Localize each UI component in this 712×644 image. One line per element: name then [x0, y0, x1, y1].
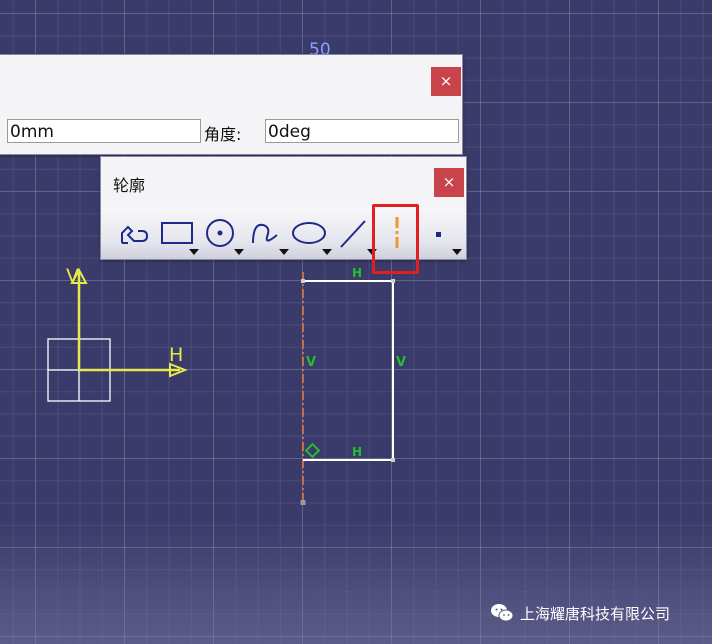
spline-tool-button[interactable]	[247, 215, 289, 255]
chevron-down-icon[interactable]	[189, 249, 199, 255]
chevron-down-icon[interactable]	[279, 249, 289, 255]
highlight-box	[372, 204, 419, 274]
profile-vertex[interactable]	[391, 279, 395, 283]
axis-endpoint[interactable]	[300, 500, 306, 505]
watermark-text: 上海耀唐科技有限公司	[520, 604, 671, 623]
length-input[interactable]: 0mm	[7, 119, 201, 143]
profile-tool-button[interactable]	[114, 215, 154, 251]
constraint-horizontal-top[interactable]: H	[352, 266, 362, 280]
ellipse-icon	[292, 222, 326, 244]
profile-icon	[121, 225, 149, 244]
close-button[interactable]: ×	[434, 168, 464, 197]
v-axis-label: V	[66, 265, 79, 287]
profile-vertex[interactable]	[301, 279, 305, 283]
circle-icon	[206, 219, 234, 247]
constraint-vertical-left[interactable]: V	[306, 355, 316, 370]
angle-label: 角度:	[204, 125, 242, 144]
sketch-tools-dialog[interactable]: × 0mm 角度: 0deg	[0, 54, 463, 155]
constraint-vertical-right[interactable]: V	[396, 355, 406, 370]
profile-vertex[interactable]	[391, 458, 395, 462]
point-tool-button[interactable]	[420, 215, 462, 255]
point-icon	[436, 232, 441, 237]
line-icon	[340, 220, 366, 248]
rectangle-icon	[161, 222, 193, 244]
watermark: 上海耀唐科技有限公司	[490, 601, 670, 625]
axis-system[interactable]: V H	[47, 265, 188, 402]
ellipse-tool-button[interactable]	[290, 215, 332, 255]
profile-outline[interactable]	[303, 280, 394, 461]
angle-input[interactable]: 0deg	[265, 119, 459, 143]
close-button[interactable]: ×	[431, 67, 461, 96]
circle-tool-button[interactable]	[202, 215, 244, 255]
parameter-row: 0mm 角度: 0deg	[0, 117, 462, 147]
coincidence-constraint-icon[interactable]	[304, 442, 321, 459]
h-axis-label: H	[169, 344, 183, 366]
rectangle-tool-button[interactable]	[157, 215, 199, 255]
chevron-down-icon[interactable]	[322, 249, 332, 255]
chevron-down-icon[interactable]	[234, 249, 244, 255]
dialog-titlebar[interactable]	[0, 55, 462, 107]
sketch-canvas[interactable]: 50 V H H H V V × 0mm 角度: 0deg 轮廓 × 上海耀唐科…	[0, 0, 712, 644]
chevron-down-icon[interactable]	[452, 249, 462, 255]
wechat-icon	[491, 604, 514, 622]
line-tool-button[interactable]	[335, 215, 377, 255]
constraint-horizontal-bottom[interactable]: H	[352, 445, 362, 459]
spline-icon	[252, 223, 278, 244]
toolbar-title: 轮廓	[113, 176, 146, 195]
